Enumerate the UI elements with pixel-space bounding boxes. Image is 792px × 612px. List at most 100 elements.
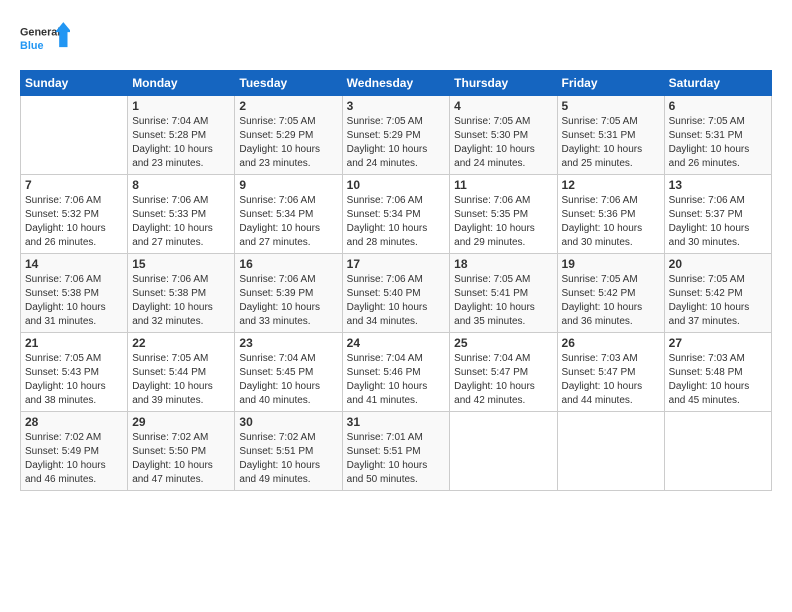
day-info: Sunrise: 7:05 AMSunset: 5:43 PMDaylight:… <box>25 352 123 408</box>
day-info: Sunrise: 7:06 AMSunset: 5:33 PMDaylight:… <box>132 194 230 250</box>
day-info: Sunrise: 7:04 AMSunset: 5:45 PMDaylight:… <box>239 352 337 408</box>
calendar-cell: 18 Sunrise: 7:05 AMSunset: 5:41 PMDayligh… <box>450 254 557 333</box>
day-info: Sunrise: 7:02 AMSunset: 5:49 PMDaylight:… <box>25 431 123 487</box>
day-number: 6 <box>669 99 767 113</box>
calendar-cell: 1 Sunrise: 7:04 AMSunset: 5:28 PMDaylight… <box>128 96 235 175</box>
header-monday: Monday <box>128 71 235 96</box>
day-number: 4 <box>454 99 552 113</box>
day-info: Sunrise: 7:05 AMSunset: 5:31 PMDaylight:… <box>562 115 660 171</box>
day-number: 1 <box>132 99 230 113</box>
page-header: General Blue <box>20 18 772 58</box>
day-number: 19 <box>562 257 660 271</box>
calendar-cell: 9Sunrise: 7:06 AMSunset: 5:34 PMDaylight… <box>235 175 342 254</box>
day-number: 29 <box>132 415 230 429</box>
header-row: SundayMondayTuesdayWednesdayThursdayFrid… <box>21 71 772 96</box>
day-info: Sunrise: 7:06 AMSunset: 5:37 PMDaylight:… <box>669 194 767 250</box>
day-number: 20 <box>669 257 767 271</box>
calendar-cell: 2 Sunrise: 7:05 AMSunset: 5:29 PMDaylight… <box>235 96 342 175</box>
calendar-cell: 7 Sunrise: 7:06 AMSunset: 5:32 PMDaylight… <box>21 175 128 254</box>
day-number: 18 <box>454 257 552 271</box>
calendar-cell: 26 Sunrise: 7:03 AMSunset: 5:47 PMDayligh… <box>557 333 664 412</box>
day-number: 5 <box>562 99 660 113</box>
calendar-cell <box>557 412 664 491</box>
day-info: Sunrise: 7:06 AMSunset: 5:35 PMDaylight:… <box>454 194 552 250</box>
calendar-cell: 30 Sunrise: 7:02 AMSunset: 5:51 PMDayligh… <box>235 412 342 491</box>
day-info: Sunrise: 7:02 AMSunset: 5:51 PMDaylight:… <box>239 431 337 487</box>
calendar-cell: 3Sunrise: 7:05 AMSunset: 5:29 PMDaylight… <box>342 96 450 175</box>
day-number: 26 <box>562 336 660 350</box>
day-number: 24 <box>347 336 446 350</box>
day-info: Sunrise: 7:04 AMSunset: 5:46 PMDaylight:… <box>347 352 446 408</box>
calendar-cell: 28Sunrise: 7:02 AMSunset: 5:49 PMDayligh… <box>21 412 128 491</box>
day-number: 13 <box>669 178 767 192</box>
calendar-cell: 5 Sunrise: 7:05 AMSunset: 5:31 PMDaylight… <box>557 96 664 175</box>
day-number: 11 <box>454 178 552 192</box>
calendar-cell: 15Sunrise: 7:06 AMSunset: 5:38 PMDayligh… <box>128 254 235 333</box>
calendar-cell: 11 Sunrise: 7:06 AMSunset: 5:35 PMDayligh… <box>450 175 557 254</box>
calendar-cell: 27 Sunrise: 7:03 AMSunset: 5:48 PMDayligh… <box>664 333 771 412</box>
day-info: Sunrise: 7:06 AMSunset: 5:38 PMDaylight:… <box>25 273 123 329</box>
header-saturday: Saturday <box>664 71 771 96</box>
calendar-table: SundayMondayTuesdayWednesdayThursdayFrid… <box>20 70 772 491</box>
day-number: 14 <box>25 257 123 271</box>
week-row-5: 28Sunrise: 7:02 AMSunset: 5:49 PMDayligh… <box>21 412 772 491</box>
day-info: Sunrise: 7:04 AMSunset: 5:28 PMDaylight:… <box>132 115 230 171</box>
day-number: 27 <box>669 336 767 350</box>
day-number: 12 <box>562 178 660 192</box>
calendar-cell: 10Sunrise: 7:06 AMSunset: 5:34 PMDayligh… <box>342 175 450 254</box>
day-number: 22 <box>132 336 230 350</box>
calendar-cell: 25 Sunrise: 7:04 AMSunset: 5:47 PMDayligh… <box>450 333 557 412</box>
calendar-cell: 21 Sunrise: 7:05 AMSunset: 5:43 PMDayligh… <box>21 333 128 412</box>
day-number: 21 <box>25 336 123 350</box>
day-info: Sunrise: 7:05 AMSunset: 5:42 PMDaylight:… <box>669 273 767 329</box>
day-number: 31 <box>347 415 446 429</box>
header-sunday: Sunday <box>21 71 128 96</box>
calendar-cell: 22 Sunrise: 7:05 AMSunset: 5:44 PMDayligh… <box>128 333 235 412</box>
calendar-cell: 24 Sunrise: 7:04 AMSunset: 5:46 PMDayligh… <box>342 333 450 412</box>
svg-text:Blue: Blue <box>20 40 43 52</box>
day-info: Sunrise: 7:05 AMSunset: 5:29 PMDaylight:… <box>347 115 446 171</box>
calendar-cell: 14 Sunrise: 7:06 AMSunset: 5:38 PMDayligh… <box>21 254 128 333</box>
day-info: Sunrise: 7:06 AMSunset: 5:38 PMDaylight:… <box>132 273 230 329</box>
calendar-cell: 17 Sunrise: 7:06 AMSunset: 5:40 PMDayligh… <box>342 254 450 333</box>
day-info: Sunrise: 7:03 AMSunset: 5:47 PMDaylight:… <box>562 352 660 408</box>
day-info: Sunrise: 7:05 AMSunset: 5:29 PMDaylight:… <box>239 115 337 171</box>
day-info: Sunrise: 7:05 AMSunset: 5:31 PMDaylight:… <box>669 115 767 171</box>
day-number: 7 <box>25 178 123 192</box>
header-wednesday: Wednesday <box>342 71 450 96</box>
logo: General Blue <box>20 18 70 58</box>
day-info: Sunrise: 7:04 AMSunset: 5:47 PMDaylight:… <box>454 352 552 408</box>
calendar-cell <box>664 412 771 491</box>
day-number: 25 <box>454 336 552 350</box>
day-number: 30 <box>239 415 337 429</box>
day-info: Sunrise: 7:03 AMSunset: 5:48 PMDaylight:… <box>669 352 767 408</box>
calendar-cell <box>450 412 557 491</box>
day-info: Sunrise: 7:06 AMSunset: 5:39 PMDaylight:… <box>239 273 337 329</box>
day-number: 16 <box>239 257 337 271</box>
week-row-4: 21 Sunrise: 7:05 AMSunset: 5:43 PMDayligh… <box>21 333 772 412</box>
day-info: Sunrise: 7:06 AMSunset: 5:36 PMDaylight:… <box>562 194 660 250</box>
day-info: Sunrise: 7:06 AMSunset: 5:32 PMDaylight:… <box>25 194 123 250</box>
calendar-cell: 12 Sunrise: 7:06 AMSunset: 5:36 PMDayligh… <box>557 175 664 254</box>
day-info: Sunrise: 7:05 AMSunset: 5:41 PMDaylight:… <box>454 273 552 329</box>
day-number: 17 <box>347 257 446 271</box>
calendar-cell <box>21 96 128 175</box>
day-info: Sunrise: 7:01 AMSunset: 5:51 PMDaylight:… <box>347 431 446 487</box>
day-info: Sunrise: 7:05 AMSunset: 5:30 PMDaylight:… <box>454 115 552 171</box>
day-number: 9 <box>239 178 337 192</box>
day-number: 23 <box>239 336 337 350</box>
calendar-cell: 31 Sunrise: 7:01 AMSunset: 5:51 PMDayligh… <box>342 412 450 491</box>
header-tuesday: Tuesday <box>235 71 342 96</box>
logo-svg: General Blue <box>20 18 70 58</box>
day-number: 2 <box>239 99 337 113</box>
calendar-cell: 16 Sunrise: 7:06 AMSunset: 5:39 PMDayligh… <box>235 254 342 333</box>
day-info: Sunrise: 7:06 AMSunset: 5:34 PMDaylight:… <box>347 194 446 250</box>
day-info: Sunrise: 7:06 AMSunset: 5:40 PMDaylight:… <box>347 273 446 329</box>
header-thursday: Thursday <box>450 71 557 96</box>
day-info: Sunrise: 7:05 AMSunset: 5:44 PMDaylight:… <box>132 352 230 408</box>
calendar-cell: 20 Sunrise: 7:05 AMSunset: 5:42 PMDayligh… <box>664 254 771 333</box>
calendar-cell: 19Sunrise: 7:05 AMSunset: 5:42 PMDayligh… <box>557 254 664 333</box>
calendar-cell: 6 Sunrise: 7:05 AMSunset: 5:31 PMDaylight… <box>664 96 771 175</box>
calendar-cell: 23 Sunrise: 7:04 AMSunset: 5:45 PMDayligh… <box>235 333 342 412</box>
calendar-cell: 4 Sunrise: 7:05 AMSunset: 5:30 PMDaylight… <box>450 96 557 175</box>
